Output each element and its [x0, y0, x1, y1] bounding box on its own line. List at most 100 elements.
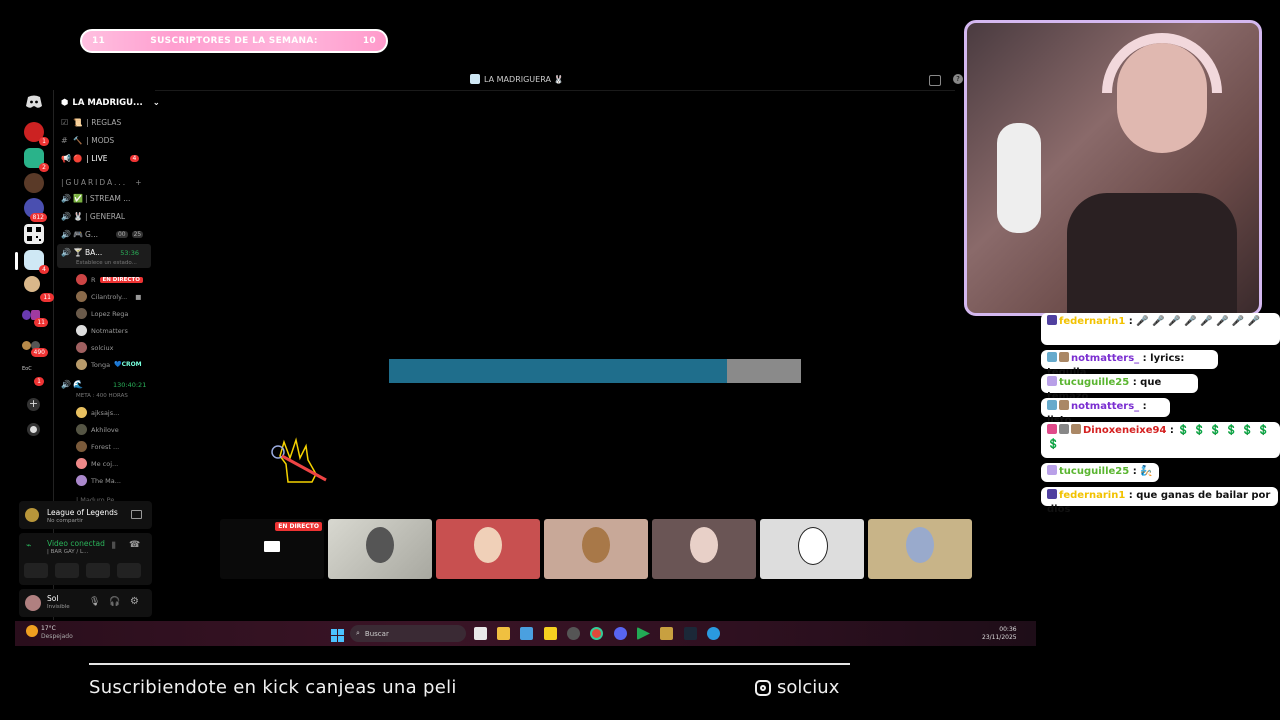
voice-user[interactable]: ajksajs...: [76, 407, 119, 418]
footer-divider: [89, 663, 850, 665]
instagram-icon: [755, 679, 771, 696]
participant-tile[interactable]: [868, 519, 972, 579]
announcement-icon: 📢: [61, 153, 71, 163]
photos-app-icon[interactable]: [520, 627, 533, 640]
banner-title: SUSCRIPTORES DE LA SEMANA:: [150, 36, 318, 46]
window-title-text: LA MADRIGUERA 🐰: [484, 74, 564, 84]
taskbar-clock[interactable]: 00:36 23/11/2025: [982, 626, 1017, 642]
voice-user[interactable]: The Ma...: [76, 475, 121, 486]
help-icon[interactable]: ?: [953, 74, 963, 84]
participant-tile[interactable]: [436, 519, 540, 579]
screen-share-icon[interactable]: [131, 510, 142, 519]
participant-tile[interactable]: [760, 519, 864, 579]
voice-user[interactable]: Akhilove: [76, 424, 119, 435]
channel-reglas[interactable]: ☑ 📜 | REGLAS: [61, 118, 121, 127]
obs-icon[interactable]: [567, 627, 580, 640]
league-icon: [25, 508, 39, 522]
edge-icon[interactable]: [707, 627, 720, 640]
gamepad-icon: 🎮: [73, 229, 83, 239]
voice-activity-icon[interactable]: ⫼: [112, 541, 116, 551]
progress-fill: [389, 359, 727, 383]
league-client-icon[interactable]: [660, 627, 673, 640]
streamer-body: [1067, 193, 1237, 313]
discord-home-icon[interactable]: [24, 93, 44, 111]
footer-social: solciux: [755, 677, 839, 698]
participant-tile[interactable]: [652, 519, 756, 579]
qr-server-icon[interactable]: [24, 224, 44, 244]
channel-live[interactable]: 📢 🔴 | LIVE 4: [61, 153, 140, 163]
avatar: [76, 308, 87, 319]
voice-status[interactable]: Establece un estado...: [76, 260, 137, 266]
wave-icon: 🌊: [73, 380, 83, 389]
server-icon[interactable]: 11: [22, 305, 48, 327]
add-channel-icon: +: [135, 178, 144, 187]
subscribers-banner: 11 SUSCRIPTORES DE LA SEMANA: 10: [80, 29, 388, 53]
category-guarida[interactable]: |GUARIDA... +: [61, 178, 143, 187]
server-icon[interactable]: [24, 173, 44, 193]
voice-user[interactable]: Tonga 💙CROM: [76, 359, 142, 370]
speaker-icon: 🔊: [61, 193, 71, 203]
weather-widget[interactable]: 17°C Despejado: [41, 625, 73, 641]
voice-channel-ba[interactable]: 🔊 🍸 BA... 53:36: [61, 248, 139, 257]
server-icon[interactable]: 11: [24, 276, 54, 302]
voice-user[interactable]: Me coj...: [76, 458, 118, 469]
sticky-notes-icon[interactable]: [544, 627, 557, 640]
participant-tile[interactable]: [544, 519, 648, 579]
discord-icon[interactable]: [614, 627, 627, 640]
file-explorer-icon[interactable]: [497, 627, 510, 640]
explore-servers-icon[interactable]: [27, 423, 40, 436]
server-icon: [470, 74, 480, 84]
voice-user[interactable]: Cilantroly... ■: [76, 291, 141, 302]
disconnect-icon[interactable]: ☎: [129, 540, 140, 550]
participant-tile-live[interactable]: EN DIRECTO: [220, 519, 324, 579]
connection-channel[interactable]: | BAR GAY / L...: [47, 549, 88, 555]
inbox-icon[interactable]: [929, 75, 941, 86]
windows-start-icon[interactable]: [331, 627, 344, 642]
speaker-icon: 🔊: [61, 229, 71, 239]
taskbar-search[interactable]: ⌕ Buscar: [350, 625, 466, 642]
voice-user[interactable]: R EN DIRECTO: [76, 274, 143, 285]
chat-username: federnarin1: [1059, 490, 1126, 501]
activity-card[interactable]: League of Legends No compartir: [19, 501, 152, 529]
gear-icon[interactable]: ⚙: [130, 596, 139, 607]
chat-message: federnarin1 : que ganas de bailar por di…: [1041, 487, 1278, 515]
voice-user[interactable]: solciux: [76, 342, 114, 353]
voice-status: META : 400 HORAS: [76, 393, 128, 399]
server-icon[interactable]: 812: [24, 198, 47, 222]
avatar: [76, 342, 87, 353]
server-icon[interactable]: 1: [24, 122, 49, 146]
share-screen-button[interactable]: [55, 563, 79, 578]
chrome-icon[interactable]: [590, 627, 603, 640]
steam-icon[interactable]: [684, 627, 697, 640]
activities-button[interactable]: [86, 563, 110, 578]
server-icon[interactable]: 4: [24, 250, 49, 274]
voice-user[interactable]: Notmatters: [76, 325, 128, 336]
avatar: [690, 527, 718, 563]
avatar: [76, 475, 87, 486]
voice-channel-g[interactable]: 🔊 🎮 G... 00 25: [61, 229, 144, 239]
voice-user[interactable]: Lopez Rega: [76, 308, 128, 319]
headphones-icon[interactable]: 🎧: [109, 597, 120, 607]
user-status: Invisible: [47, 604, 70, 610]
microphone-icon[interactable]: 🎙: [89, 597, 100, 607]
screen-share-icon: [264, 541, 280, 552]
live-badge: EN DIRECTO: [99, 276, 143, 283]
speaker-icon: 🔊: [61, 247, 71, 257]
avatar[interactable]: [25, 595, 41, 611]
voice-channel-stream[interactable]: 🔊 ✅ | STREAM ...: [61, 194, 130, 203]
calendar-app-icon[interactable]: [474, 627, 487, 640]
server-icon[interactable]: 2: [24, 148, 49, 172]
voice-channel-meta[interactable]: 🔊 🌊 130:40:21: [61, 380, 146, 390]
camera-off-button[interactable]: [24, 563, 48, 578]
participant-tile[interactable]: [328, 519, 432, 579]
voice-channel-general[interactable]: 🔊 🐰 | GENERAL: [61, 212, 125, 221]
server-icon[interactable]: EoC 1: [22, 366, 44, 386]
server-icon[interactable]: 490: [22, 335, 48, 357]
server-name-header[interactable]: ⬢ LA MADRIGU... ⌄: [61, 98, 160, 108]
add-server-icon[interactable]: +: [27, 398, 40, 411]
soundboard-button[interactable]: [117, 563, 141, 578]
avatar: [76, 274, 87, 285]
voice-user[interactable]: Forest ...: [76, 441, 119, 452]
channel-mods[interactable]: # 🔨 | MODS: [61, 136, 114, 145]
weather-icon[interactable]: [26, 625, 38, 637]
